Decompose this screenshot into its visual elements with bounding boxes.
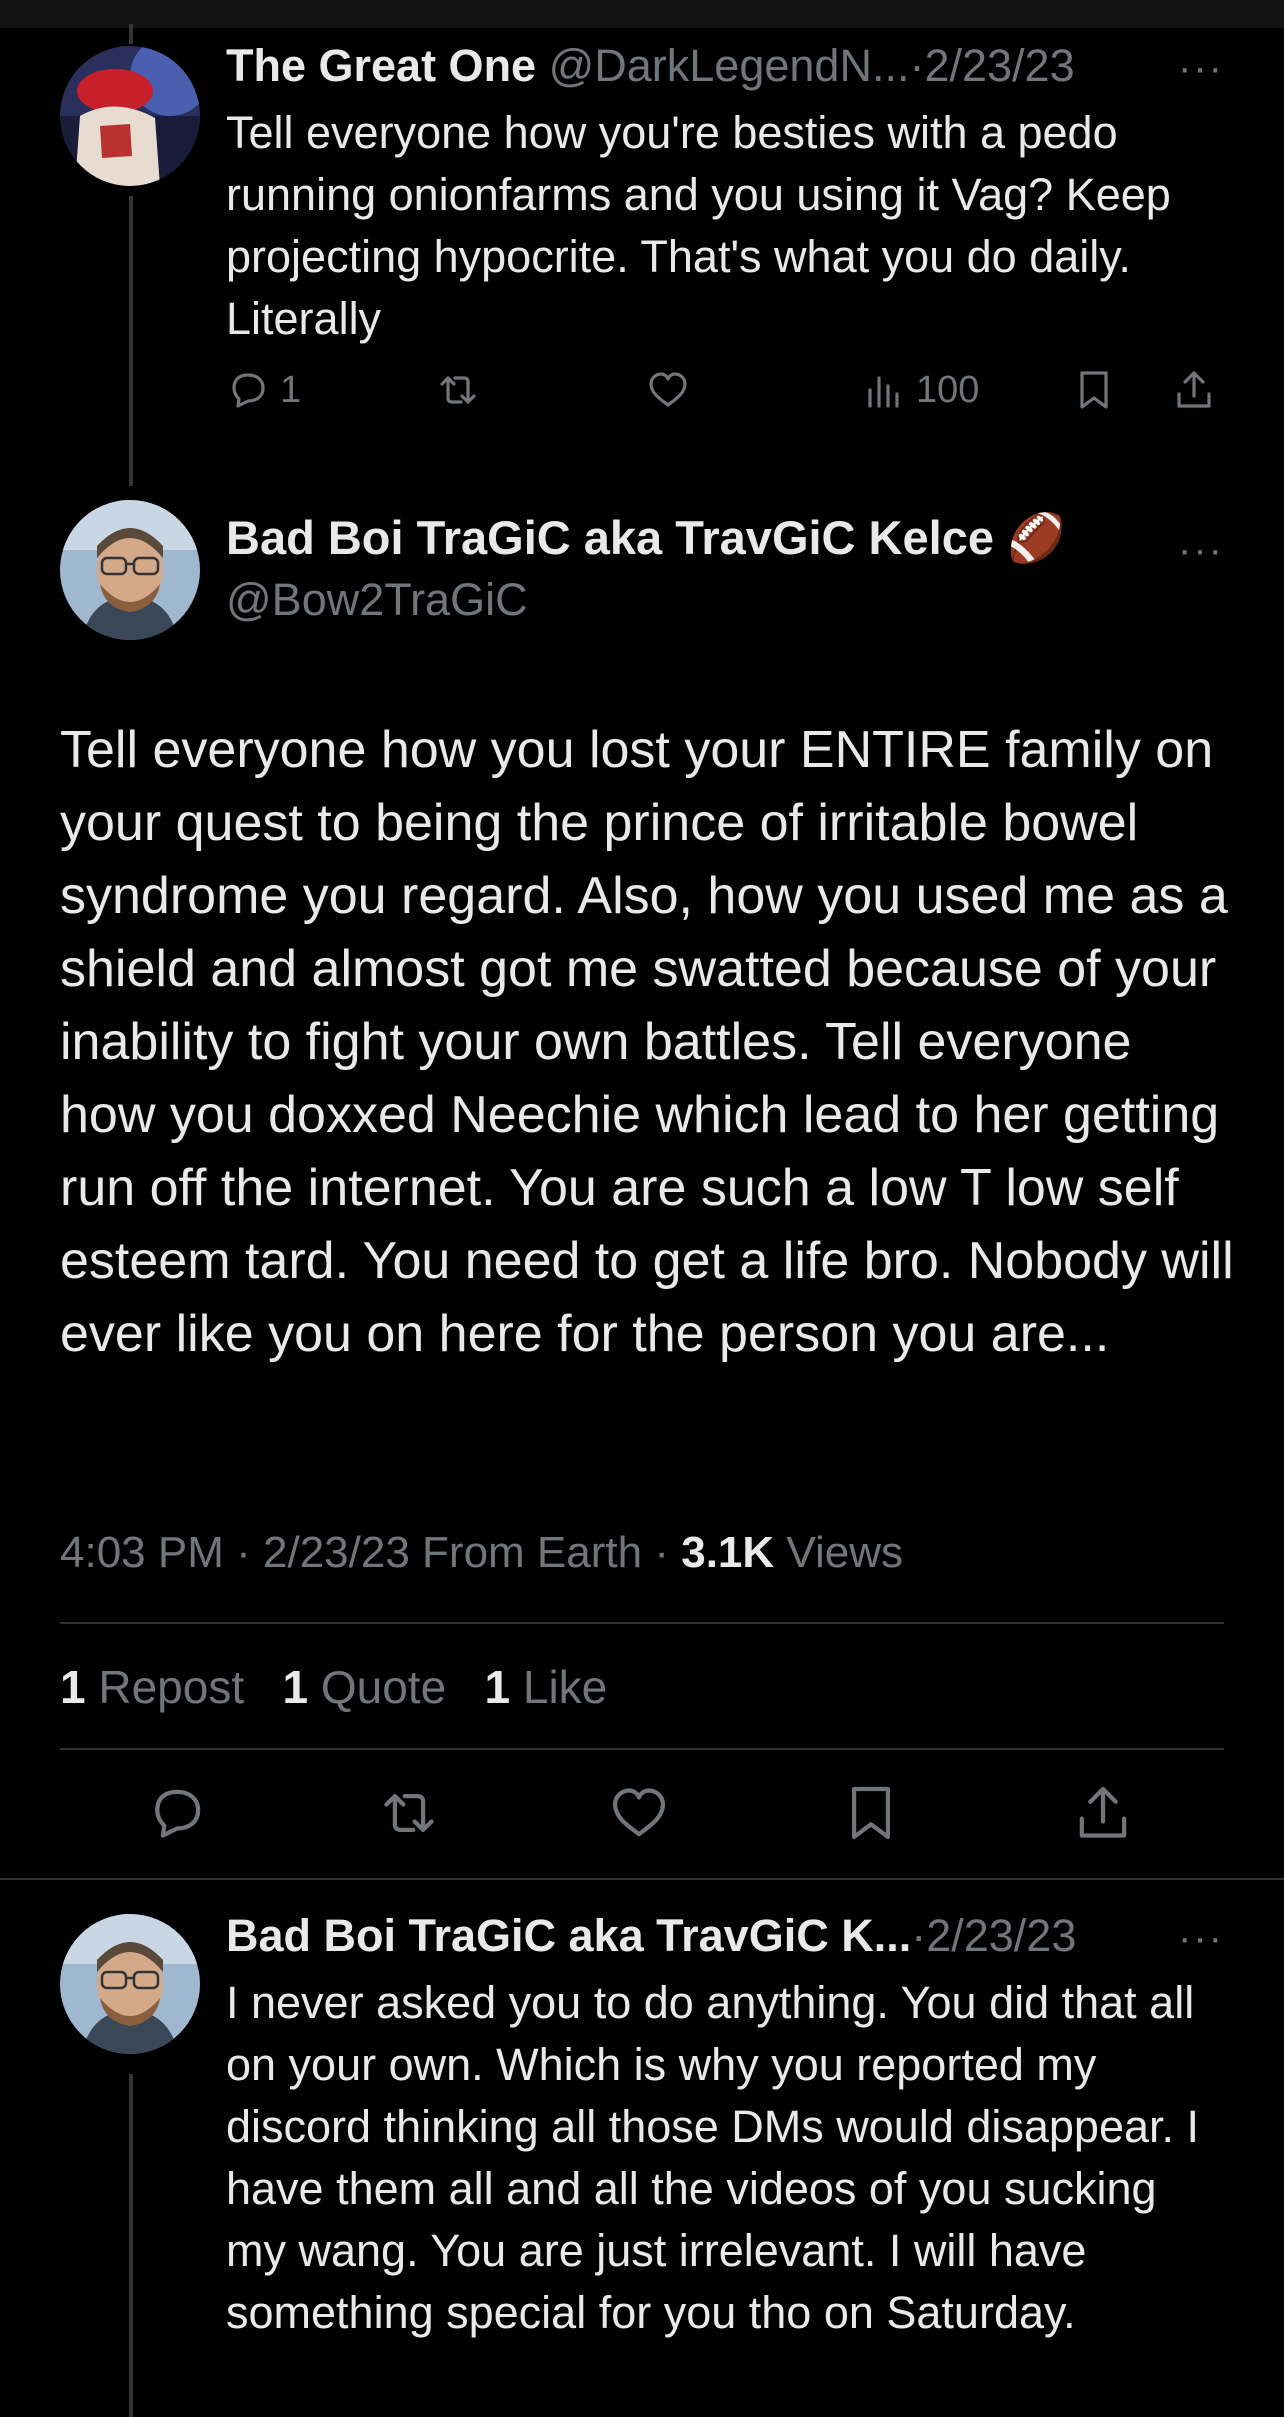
divider-main-end xyxy=(0,1878,1284,1880)
reply1-like-button[interactable] xyxy=(646,368,690,412)
main-author-name: Bad Boi TraGiC aka TravGiC Kelce xyxy=(226,511,994,564)
bookmark-icon xyxy=(1080,371,1108,409)
avatar-bow2tragic[interactable] xyxy=(60,500,200,640)
views-icon xyxy=(868,376,899,408)
reply1-views-count: 100 xyxy=(916,368,980,411)
divider-counts xyxy=(60,1748,1224,1750)
main-tweet-date[interactable]: 2/23/23 xyxy=(263,1528,410,1577)
repost-count: 1 xyxy=(60,1661,86,1713)
like-label: Like xyxy=(522,1661,608,1713)
reply1-date[interactable]: 2/23/23 xyxy=(924,40,1074,91)
thread-line-top xyxy=(129,24,133,44)
main-tweet-counts: 1 Repost 1 Quote 1 Like xyxy=(60,1660,607,1714)
main-tweet-views-value: 3.1K xyxy=(681,1528,775,1577)
main-tweet-time[interactable]: 4:03 PM xyxy=(60,1528,224,1577)
thread-line-reply2 xyxy=(129,2074,133,2417)
reply-icon xyxy=(232,373,265,408)
bookmark-icon[interactable] xyxy=(840,1782,902,1844)
quote-label: Quote xyxy=(320,1661,447,1713)
reply1-author-handle[interactable]: @DarkLegendN... xyxy=(549,40,910,91)
share-icon xyxy=(1177,371,1211,408)
reposts-count-link[interactable]: 1 Repost xyxy=(60,1661,244,1713)
main-tweet-actions xyxy=(0,1782,1284,1852)
reply2-date[interactable]: 2/23/23 xyxy=(926,1910,1076,1961)
like-icon xyxy=(649,372,687,407)
repost-label: Repost xyxy=(98,1661,245,1713)
repost-icon xyxy=(440,376,476,404)
reply1-actions: 1 100 xyxy=(226,368,1226,428)
reply1-repost-button[interactable] xyxy=(436,368,480,412)
main-author-handle[interactable]: @Bow2TraGiC xyxy=(226,574,528,626)
like-count: 1 xyxy=(484,1661,511,1713)
reply2-more-button[interactable]: ··· xyxy=(1178,1918,1224,1958)
quote-count: 1 xyxy=(282,1661,309,1713)
football-emoji: 🏈 xyxy=(1007,511,1066,564)
likes-count-link[interactable]: 1 Like xyxy=(485,1661,608,1713)
divider-meta xyxy=(60,1622,1224,1624)
status-bar xyxy=(0,0,1284,28)
reply2-header: Bad Boi TraGiC aka TravGiC K...·2/23/23 xyxy=(226,1910,1076,1962)
main-author-line[interactable]: Bad Boi TraGiC aka TravGiC Kelce 🏈 xyxy=(226,510,1066,566)
reply1-header: The Great One @DarkLegendN...·2/23/23 xyxy=(226,40,1075,92)
reply1-bookmark-button[interactable] xyxy=(1072,368,1116,412)
main-tweet-text: Tell everyone how you lost your ENTIRE f… xyxy=(60,721,1234,1363)
reply2-separator: · xyxy=(911,1910,927,1961)
like-icon[interactable] xyxy=(608,1782,670,1844)
quotes-count-link[interactable]: 1 Quote xyxy=(282,1661,446,1713)
reply1-separator: · xyxy=(909,40,925,91)
reply1-views-button[interactable]: 100 xyxy=(862,368,979,412)
reply2-text: I never asked you to do anything. You di… xyxy=(226,1977,1200,2338)
reply1-reply-count: 1 xyxy=(280,368,302,411)
avatar-the-great-one[interactable] xyxy=(60,46,200,186)
avatar-bow2tragic-reply[interactable] xyxy=(60,1914,200,2054)
main-tweet-location: From Earth xyxy=(422,1528,643,1577)
reply2-author-name[interactable]: Bad Boi TraGiC aka TravGiC K... xyxy=(226,1910,911,1961)
thread-line-reply1 xyxy=(129,196,133,486)
share-icon[interactable] xyxy=(1072,1782,1134,1844)
reply-icon[interactable] xyxy=(146,1782,208,1844)
reply1-more-button[interactable]: ··· xyxy=(1178,48,1224,88)
repost-icon[interactable] xyxy=(378,1782,440,1844)
reply1-text: Tell everyone how you're besties with a … xyxy=(226,107,1171,344)
main-tweet-meta: 4:03 PM · 2/23/23 From Earth · 3.1K View… xyxy=(60,1528,903,1577)
reply1-author-name[interactable]: The Great One xyxy=(226,40,536,91)
main-tweet-views-label: Views xyxy=(786,1528,903,1577)
reply1-reply-button[interactable]: 1 xyxy=(226,368,301,412)
main-more-button[interactable]: ··· xyxy=(1178,530,1224,570)
reply1-share-button[interactable] xyxy=(1172,368,1216,412)
